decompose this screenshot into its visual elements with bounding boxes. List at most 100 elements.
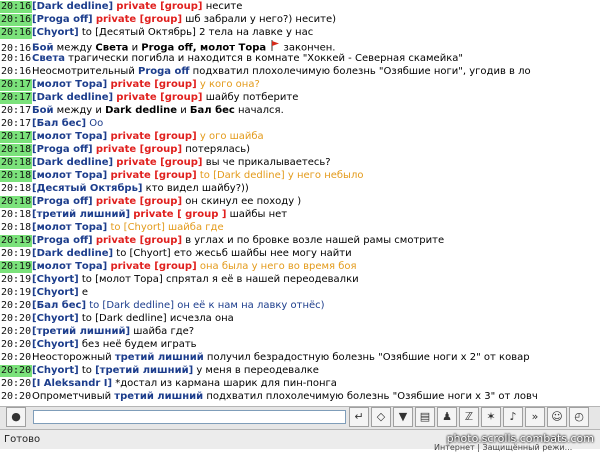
message-time[interactable]: 20:19	[0, 274, 32, 286]
message-time[interactable]: 20:19	[0, 287, 32, 299]
message-time[interactable]: 20:20	[0, 326, 32, 338]
smile-button[interactable]: ☺	[547, 407, 567, 427]
message-time[interactable]: 20:17	[0, 79, 32, 91]
message-text: у кого она?	[196, 79, 260, 90]
chat-message: 20:18[Proga off] private [group] потерял…	[0, 144, 250, 156]
enter-button[interactable]: ↵	[349, 407, 369, 427]
chat-message: 20:16Неосмотрительный Proga off подхвати…	[0, 66, 531, 78]
clock-button[interactable]: ◴	[569, 407, 589, 427]
nick-link[interactable]: [Бал бес]	[32, 300, 86, 311]
message-text: to [Dark dedline] исчезла она	[78, 313, 234, 324]
nick-link[interactable]: [Chyort]	[32, 27, 79, 38]
nick-link[interactable]: [Dark dedline]	[32, 157, 113, 168]
private-tag[interactable]: private [group]	[96, 144, 182, 155]
private-tag[interactable]: private [group]	[110, 79, 196, 90]
message-time[interactable]: 20:20	[0, 300, 32, 312]
chat-message: 20:19[Dark dedline] to [Chyort] ето жесь…	[0, 248, 352, 260]
message-time[interactable]: 20:18	[0, 183, 32, 195]
eraser-button[interactable]: ◇	[371, 407, 391, 427]
message-time[interactable]: 20:20	[0, 391, 32, 403]
chat-message: 20:16Бой между Света и Proga off, молот …	[0, 40, 336, 54]
nick-link[interactable]: [третий лишний]	[95, 365, 193, 376]
private-tag[interactable]: private [group]	[96, 235, 182, 246]
message-time[interactable]: 20:19	[0, 261, 32, 273]
status-zone: Интернет | Защищённый режи...	[434, 443, 573, 452]
message-time[interactable]: 20:19	[0, 248, 32, 260]
message-time[interactable]: 20:16	[0, 14, 32, 26]
book-button[interactable]: ▤	[415, 407, 435, 427]
message-time[interactable]: 20:18	[0, 144, 32, 156]
message-time[interactable]: 20:17	[0, 92, 32, 104]
message-input[interactable]	[33, 410, 346, 424]
private-tag[interactable]: private [ group ]	[133, 209, 226, 220]
private-tag[interactable]: private [group]	[116, 157, 202, 168]
chat-message: 20:18[молот Тора] private [group] to [Da…	[0, 170, 363, 182]
chat-message: 20:20[Chyort] to [третий лишний] у меня …	[0, 365, 319, 377]
nick-link[interactable]: [Десятый Октябрь]	[32, 183, 142, 194]
nick-link[interactable]: [Proga off]	[32, 14, 93, 25]
message-time[interactable]: 20:18	[0, 157, 32, 169]
private-tag[interactable]: private [group]	[116, 92, 202, 103]
message-time[interactable]: 20:20	[0, 352, 32, 364]
nick-link[interactable]: [Dark dedline]	[32, 1, 113, 12]
speed-button[interactable]: »	[525, 407, 545, 427]
nick-link[interactable]: [третий лишний]	[32, 209, 130, 220]
message-time[interactable]: 20:20	[0, 365, 32, 377]
message-time[interactable]: 20:18	[0, 170, 32, 182]
message-time[interactable]: 20:19	[0, 235, 32, 247]
music-button[interactable]: ♪	[503, 407, 523, 427]
private-tag[interactable]: private [group]	[96, 196, 182, 207]
nick-link[interactable]: [Chyort]	[32, 365, 79, 376]
message-time[interactable]: 20:20	[0, 339, 32, 351]
nick-link[interactable]: [I Aleksandr I]	[32, 378, 112, 389]
magic-button[interactable]: ✶	[481, 407, 501, 427]
nick-link[interactable]: [Proga off]	[32, 144, 93, 155]
nick-link[interactable]: [Chyort]	[32, 339, 79, 350]
nick-link[interactable]: [Proga off]	[32, 196, 93, 207]
nick-link[interactable]: [Dark dedline]	[32, 248, 113, 259]
message-time[interactable]: 20:17	[0, 105, 32, 117]
nick-link[interactable]: [молот Тора]	[32, 222, 107, 233]
chat-message: 20:20[Chyort] без неё будем играть	[0, 339, 197, 351]
message-text: без неё будем играть	[78, 339, 197, 350]
message-text: закончен.	[280, 42, 336, 54]
message-time[interactable]: 20:20	[0, 378, 32, 390]
message-time[interactable]: 20:16	[0, 53, 32, 65]
message-time[interactable]: 20:17	[0, 118, 32, 130]
message-time[interactable]: 20:17	[0, 131, 32, 143]
chat-message: 20:18[третий лишний] private [ group ] ш…	[0, 209, 287, 221]
nick-link[interactable]: [Бал бес]	[32, 118, 86, 129]
message-text: подхватил плохолечимую болезнь "Озябшие …	[203, 391, 538, 402]
message-text: у ого шайба	[196, 131, 264, 142]
nick-link[interactable]: [молот Тора]	[32, 131, 107, 142]
nick-link[interactable]: [Dark dedline]	[32, 92, 113, 103]
chat-message: 20:17[Dark dedline] private [group] шайб…	[0, 92, 298, 104]
private-tag[interactable]: private [group]	[110, 170, 196, 181]
message-time[interactable]: 20:18	[0, 222, 32, 234]
person-button[interactable]: ♟	[437, 407, 457, 427]
filter-button[interactable]: ▼	[393, 407, 413, 427]
message-text: to	[78, 365, 96, 376]
nick-link[interactable]: [Chyort]	[32, 274, 79, 285]
nick-link[interactable]: [Chyort]	[32, 287, 79, 298]
private-tag[interactable]: private [group]	[96, 14, 182, 25]
message-text: Бой	[32, 105, 54, 116]
nick-link[interactable]: [молот Тора]	[32, 261, 107, 272]
message-time[interactable]: 20:16	[0, 27, 32, 39]
message-time[interactable]: 20:20	[0, 313, 32, 325]
nick-link[interactable]: [третий лишний]	[32, 326, 130, 337]
message-time[interactable]: 20:18	[0, 196, 32, 208]
mute-button[interactable]: ℤ	[459, 407, 479, 427]
nick-link[interactable]: [молот Тора]	[32, 79, 107, 90]
nick-link[interactable]: [Proga off]	[32, 235, 93, 246]
message-text: третий лишний	[114, 352, 204, 363]
nick-link[interactable]: [Chyort]	[32, 313, 79, 324]
message-time[interactable]: 20:16	[0, 66, 32, 78]
nick-link[interactable]: [молот Тора]	[32, 170, 107, 181]
private-tag[interactable]: private [group]	[116, 1, 202, 12]
private-tag[interactable]: private [group]	[110, 261, 196, 272]
message-time[interactable]: 20:18	[0, 209, 32, 221]
chat-mode-button[interactable]: ●	[6, 407, 26, 427]
message-time[interactable]: 20:16	[0, 1, 32, 13]
private-tag[interactable]: private [group]	[110, 131, 196, 142]
